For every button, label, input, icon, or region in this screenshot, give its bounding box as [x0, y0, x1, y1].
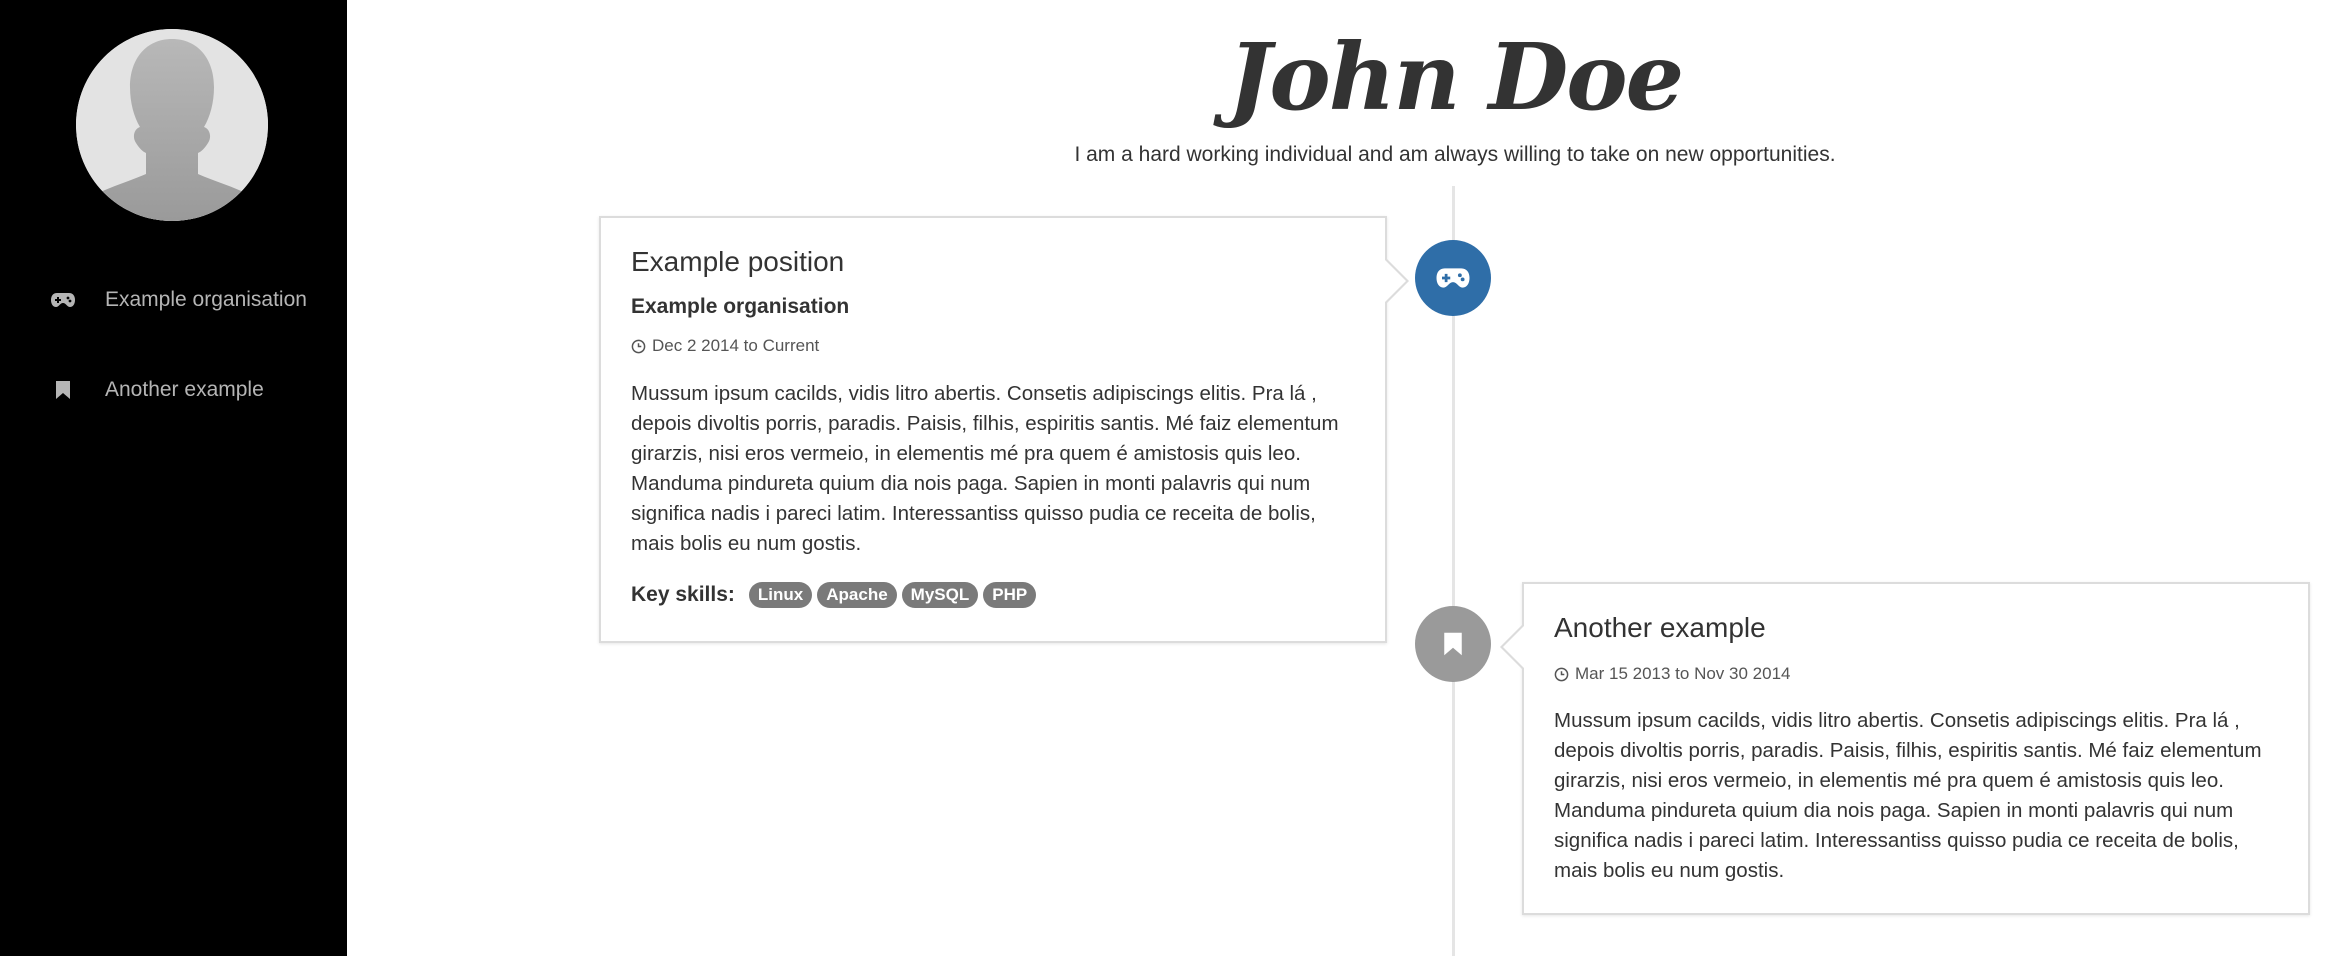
timeline-marker [1415, 240, 1491, 316]
skill-badge: Linux [748, 582, 813, 608]
description: Mussum ipsum cacilds, vidis litro aberti… [1554, 709, 2262, 882]
skill-badge: Apache [817, 582, 897, 608]
sidebar-item-label: Example organisation [105, 288, 307, 311]
clock-icon [631, 339, 646, 353]
sidebar: Example organisation Another example [0, 0, 347, 956]
clock-icon [1554, 667, 1569, 681]
bookmark-icon [1444, 632, 1462, 656]
gamepad-icon [1436, 268, 1470, 288]
skill-badge: MySQL [901, 582, 979, 608]
tagline: I am a hard working individual and am al… [1074, 143, 1836, 166]
date-text: Dec 2 2014 to Current [652, 336, 820, 355]
sidebar-item-example-organisation[interactable]: Example organisation [0, 270, 347, 330]
bookmark-icon [50, 377, 76, 403]
card-pointer [1385, 258, 1409, 304]
sidebar-item-another-example[interactable]: Another example [0, 360, 347, 420]
description: Mussum ipsum cacilds, vidis litro aberti… [631, 382, 1339, 555]
date-range: Dec 2 2014 to Current [631, 336, 819, 356]
sidebar-item-label: Another example [105, 378, 264, 401]
gamepad-icon [50, 287, 76, 313]
skills-row: Key skills: Linux Apache MySQL PHP [631, 582, 1041, 608]
timeline-marker [1415, 606, 1491, 682]
avatar [76, 29, 268, 221]
user-silhouette-icon [76, 29, 268, 221]
date-text: Mar 15 2013 to Nov 30 2014 [1575, 664, 1791, 683]
timeline-card: Example position Example organisation De… [599, 216, 1409, 643]
timeline-card: Another example Mar 15 2013 to Nov 30 20… [1500, 582, 2310, 915]
organisation-name: Example organisation [631, 295, 850, 318]
position-title: Example position [631, 246, 845, 277]
skill-badge: PHP [983, 582, 1037, 608]
card-pointer [1500, 624, 1524, 670]
date-range: Mar 15 2013 to Nov 30 2014 [1554, 664, 1790, 684]
position-title: Another example [1554, 612, 1766, 643]
page-title: John Doe [1227, 23, 1684, 131]
skills-label: Key skills: [631, 583, 735, 606]
